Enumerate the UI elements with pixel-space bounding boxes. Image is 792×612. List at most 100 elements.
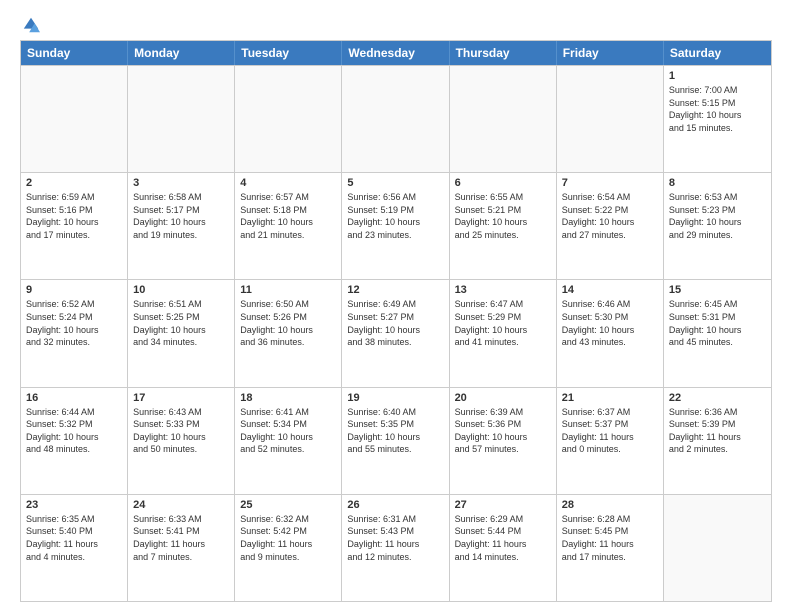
cal-cell	[557, 66, 664, 172]
cal-cell: 28 Sunrise: 6:28 AM Sunset: 5:45 PM Dayli…	[557, 495, 664, 601]
cal-cell	[450, 66, 557, 172]
cell-day-number: 1	[669, 70, 766, 82]
cell-day-number: 8	[669, 177, 766, 189]
cell-info: Sunrise: 6:57 AM Sunset: 5:18 PM Dayligh…	[240, 191, 336, 241]
cell-info: Sunrise: 6:45 AM Sunset: 5:31 PM Dayligh…	[669, 298, 766, 348]
cell-info: Sunrise: 6:58 AM Sunset: 5:17 PM Dayligh…	[133, 191, 229, 241]
cell-info: Sunrise: 6:49 AM Sunset: 5:27 PM Dayligh…	[347, 298, 443, 348]
cell-info: Sunrise: 6:50 AM Sunset: 5:26 PM Dayligh…	[240, 298, 336, 348]
cell-info: Sunrise: 6:28 AM Sunset: 5:45 PM Dayligh…	[562, 513, 658, 563]
cal-cell	[128, 66, 235, 172]
week-row-2: 2Sunrise: 6:59 AM Sunset: 5:16 PM Daylig…	[21, 172, 771, 279]
calendar-body: 1 Sunrise: 7:00 AM Sunset: 5:15 PM Daylig…	[21, 65, 771, 601]
cell-day-number: 7	[562, 177, 658, 189]
header-day-saturday: Saturday	[664, 41, 771, 65]
cell-day-number: 28	[562, 499, 658, 511]
cell-info: Sunrise: 6:59 AM Sunset: 5:16 PM Dayligh…	[26, 191, 122, 241]
week-row-1: 1 Sunrise: 7:00 AM Sunset: 5:15 PM Daylig…	[21, 65, 771, 172]
cell-day-number: 5	[347, 177, 443, 189]
cal-cell: 12Sunrise: 6:49 AM Sunset: 5:27 PM Dayli…	[342, 280, 449, 386]
cell-info: Sunrise: 6:37 AM Sunset: 5:37 PM Dayligh…	[562, 406, 658, 456]
cell-info: Sunrise: 7:00 AM Sunset: 5:15 PM Dayligh…	[669, 84, 766, 134]
cell-day-number: 15	[669, 284, 766, 296]
cell-info: Sunrise: 6:55 AM Sunset: 5:21 PM Dayligh…	[455, 191, 551, 241]
cal-cell: 7 Sunrise: 6:54 AM Sunset: 5:22 PM Daylig…	[557, 173, 664, 279]
cell-info: Sunrise: 6:36 AM Sunset: 5:39 PM Dayligh…	[669, 406, 766, 456]
cell-info: Sunrise: 6:51 AM Sunset: 5:25 PM Dayligh…	[133, 298, 229, 348]
cell-day-number: 22	[669, 392, 766, 404]
cell-info: Sunrise: 6:54 AM Sunset: 5:22 PM Dayligh…	[562, 191, 658, 241]
cell-info: Sunrise: 6:33 AM Sunset: 5:41 PM Dayligh…	[133, 513, 229, 563]
cal-cell: 8 Sunrise: 6:53 AM Sunset: 5:23 PM Daylig…	[664, 173, 771, 279]
cell-day-number: 14	[562, 284, 658, 296]
cell-info: Sunrise: 6:39 AM Sunset: 5:36 PM Dayligh…	[455, 406, 551, 456]
cal-cell: 3 Sunrise: 6:58 AM Sunset: 5:17 PM Daylig…	[128, 173, 235, 279]
cal-cell: 24 Sunrise: 6:33 AM Sunset: 5:41 PM Dayli…	[128, 495, 235, 601]
cell-info: Sunrise: 6:31 AM Sunset: 5:43 PM Dayligh…	[347, 513, 443, 563]
cal-cell	[342, 66, 449, 172]
page: SundayMondayTuesdayWednesdayThursdayFrid…	[0, 0, 792, 612]
cell-day-number: 3	[133, 177, 229, 189]
cell-day-number: 11	[240, 284, 336, 296]
cell-day-number: 4	[240, 177, 336, 189]
cal-cell: 15 Sunrise: 6:45 AM Sunset: 5:31 PM Dayli…	[664, 280, 771, 386]
cell-info: Sunrise: 6:53 AM Sunset: 5:23 PM Dayligh…	[669, 191, 766, 241]
cal-cell: 26 Sunrise: 6:31 AM Sunset: 5:43 PM Dayli…	[342, 495, 449, 601]
cell-day-number: 25	[240, 499, 336, 511]
cal-cell: 19 Sunrise: 6:40 AM Sunset: 5:35 PM Dayli…	[342, 388, 449, 494]
cell-day-number: 17	[133, 392, 229, 404]
calendar-header: SundayMondayTuesdayWednesdayThursdayFrid…	[21, 41, 771, 65]
cell-day-number: 6	[455, 177, 551, 189]
cell-day-number: 9	[26, 284, 122, 296]
header-day-monday: Monday	[128, 41, 235, 65]
header-day-thursday: Thursday	[450, 41, 557, 65]
cell-day-number: 19	[347, 392, 443, 404]
cell-day-number: 21	[562, 392, 658, 404]
cell-info: Sunrise: 6:43 AM Sunset: 5:33 PM Dayligh…	[133, 406, 229, 456]
cal-cell	[664, 495, 771, 601]
cal-cell: 6 Sunrise: 6:55 AM Sunset: 5:21 PM Daylig…	[450, 173, 557, 279]
cell-info: Sunrise: 6:41 AM Sunset: 5:34 PM Dayligh…	[240, 406, 336, 456]
cal-cell: 11 Sunrise: 6:50 AM Sunset: 5:26 PM Dayli…	[235, 280, 342, 386]
cal-cell: 25Sunrise: 6:32 AM Sunset: 5:42 PM Dayli…	[235, 495, 342, 601]
cell-info: Sunrise: 6:29 AM Sunset: 5:44 PM Dayligh…	[455, 513, 551, 563]
header-day-friday: Friday	[557, 41, 664, 65]
header	[20, 16, 772, 30]
logo	[20, 16, 40, 30]
cal-cell: 9 Sunrise: 6:52 AM Sunset: 5:24 PM Daylig…	[21, 280, 128, 386]
cell-info: Sunrise: 6:56 AM Sunset: 5:19 PM Dayligh…	[347, 191, 443, 241]
cal-cell: 27 Sunrise: 6:29 AM Sunset: 5:44 PM Dayli…	[450, 495, 557, 601]
cell-day-number: 13	[455, 284, 551, 296]
cell-info: Sunrise: 6:35 AM Sunset: 5:40 PM Dayligh…	[26, 513, 122, 563]
cell-info: Sunrise: 6:44 AM Sunset: 5:32 PM Dayligh…	[26, 406, 122, 456]
cell-day-number: 24	[133, 499, 229, 511]
cell-day-number: 16	[26, 392, 122, 404]
cell-info: Sunrise: 6:47 AM Sunset: 5:29 PM Dayligh…	[455, 298, 551, 348]
cal-cell: 18Sunrise: 6:41 AM Sunset: 5:34 PM Dayli…	[235, 388, 342, 494]
week-row-3: 9 Sunrise: 6:52 AM Sunset: 5:24 PM Daylig…	[21, 279, 771, 386]
cell-day-number: 27	[455, 499, 551, 511]
cal-cell: 23 Sunrise: 6:35 AM Sunset: 5:40 PM Dayli…	[21, 495, 128, 601]
cal-cell	[235, 66, 342, 172]
logo-icon	[22, 16, 40, 34]
header-day-wednesday: Wednesday	[342, 41, 449, 65]
cal-cell: 21 Sunrise: 6:37 AM Sunset: 5:37 PM Dayli…	[557, 388, 664, 494]
cell-info: Sunrise: 6:40 AM Sunset: 5:35 PM Dayligh…	[347, 406, 443, 456]
cal-cell: 4 Sunrise: 6:57 AM Sunset: 5:18 PM Daylig…	[235, 173, 342, 279]
cell-day-number: 23	[26, 499, 122, 511]
cal-cell: 13 Sunrise: 6:47 AM Sunset: 5:29 PM Dayli…	[450, 280, 557, 386]
header-day-sunday: Sunday	[21, 41, 128, 65]
week-row-5: 23 Sunrise: 6:35 AM Sunset: 5:40 PM Dayli…	[21, 494, 771, 601]
cal-cell: 10Sunrise: 6:51 AM Sunset: 5:25 PM Dayli…	[128, 280, 235, 386]
cell-day-number: 20	[455, 392, 551, 404]
cal-cell: 1 Sunrise: 7:00 AM Sunset: 5:15 PM Daylig…	[664, 66, 771, 172]
cal-cell: 5 Sunrise: 6:56 AM Sunset: 5:19 PM Daylig…	[342, 173, 449, 279]
calendar: SundayMondayTuesdayWednesdayThursdayFrid…	[20, 40, 772, 602]
cell-info: Sunrise: 6:52 AM Sunset: 5:24 PM Dayligh…	[26, 298, 122, 348]
cal-cell	[21, 66, 128, 172]
cal-cell: 2Sunrise: 6:59 AM Sunset: 5:16 PM Daylig…	[21, 173, 128, 279]
header-day-tuesday: Tuesday	[235, 41, 342, 65]
cal-cell: 16 Sunrise: 6:44 AM Sunset: 5:32 PM Dayli…	[21, 388, 128, 494]
cell-day-number: 26	[347, 499, 443, 511]
cal-cell: 14Sunrise: 6:46 AM Sunset: 5:30 PM Dayli…	[557, 280, 664, 386]
